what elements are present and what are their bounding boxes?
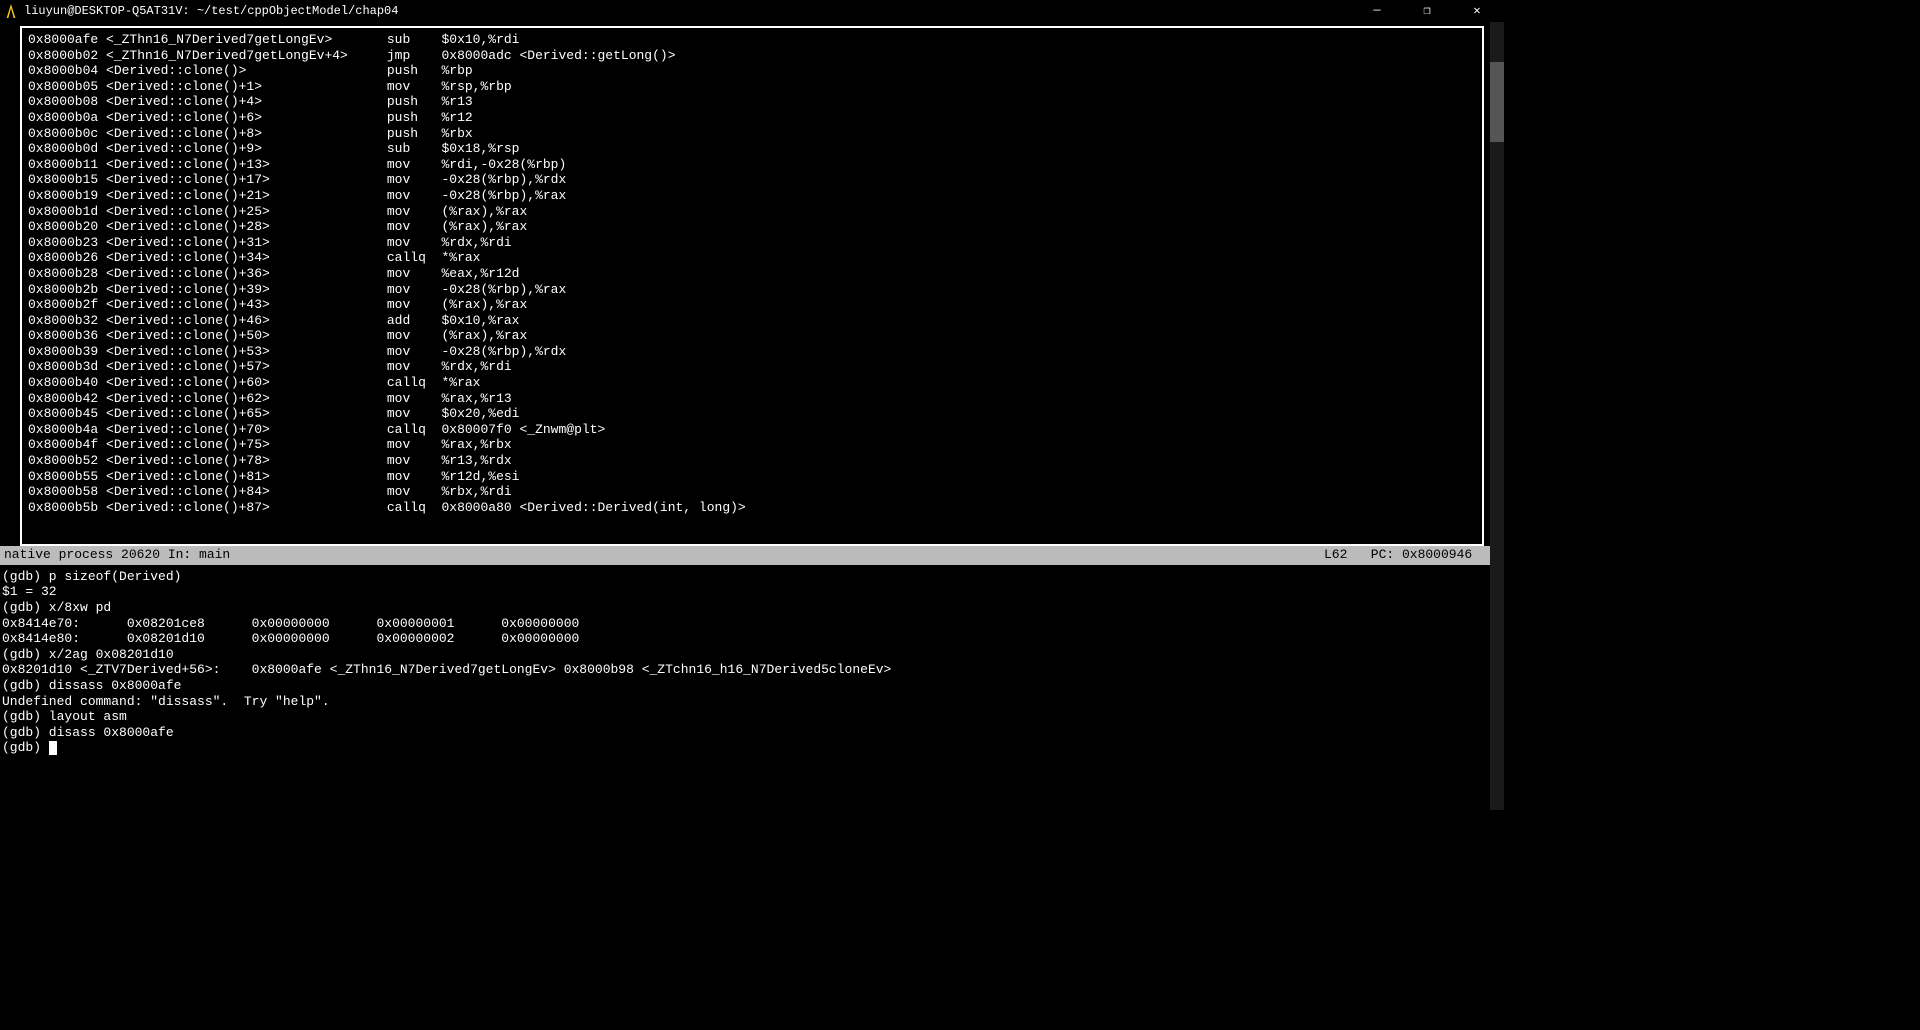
asm-line: 0x8000b1d <Derived::clone()+25> mov (%ra… <box>28 204 1476 220</box>
asm-line: 0x8000b3d <Derived::clone()+57> mov %rdx… <box>28 359 1476 375</box>
status-location: L62 PC: 0x8000946 <box>1324 547 1500 564</box>
asm-line: 0x8000b0c <Derived::clone()+8> push %rbx <box>28 126 1476 142</box>
status-process: native process 20620 In: main <box>4 547 1324 564</box>
asm-line: 0x8000b4f <Derived::clone()+75> mov %rax… <box>28 437 1476 453</box>
asm-line: 0x8000b4a <Derived::clone()+70> callq 0x… <box>28 422 1476 438</box>
gdb-line: (gdb) p sizeof(Derived) <box>2 569 1502 585</box>
window-title: liuyun@DESKTOP-Q5AT31V: ~/test/cppObject… <box>24 4 1362 18</box>
scrollbar-thumb[interactable] <box>1490 62 1504 142</box>
asm-line: 0x8000b20 <Derived::clone()+28> mov (%ra… <box>28 219 1476 235</box>
window-controls: — ❐ ✕ <box>1362 3 1500 18</box>
gdb-line: $1 = 32 <box>2 584 1502 600</box>
asm-line: 0x8000b52 <Derived::clone()+78> mov %r13… <box>28 453 1476 469</box>
asm-line: 0x8000b2f <Derived::clone()+43> mov (%ra… <box>28 297 1476 313</box>
app-icon <box>4 4 18 18</box>
minimize-button[interactable]: — <box>1362 3 1392 18</box>
status-bar: native process 20620 In: main L62 PC: 0x… <box>0 546 1504 565</box>
vertical-scrollbar[interactable] <box>1490 22 1504 810</box>
gdb-line: 0x8414e80: 0x08201d10 0x00000000 0x00000… <box>2 631 1502 647</box>
gdb-line: (gdb) x/2ag 0x08201d10 <box>2 647 1502 663</box>
gdb-prompt[interactable]: (gdb) <box>2 740 1502 756</box>
asm-line: 0x8000b08 <Derived::clone()+4> push %r13 <box>28 94 1476 110</box>
asm-line: 0x8000b2b <Derived::clone()+39> mov -0x2… <box>28 282 1476 298</box>
asm-line: 0x8000b0a <Derived::clone()+6> push %r12 <box>28 110 1476 126</box>
gdb-line: Undefined command: "dissass". Try "help"… <box>2 694 1502 710</box>
window-titlebar: liuyun@DESKTOP-Q5AT31V: ~/test/cppObject… <box>0 0 1504 22</box>
close-button[interactable]: ✕ <box>1462 3 1492 18</box>
asm-line: 0x8000b02 <_ZThn16_N7Derived7getLongEv+4… <box>28 48 1476 64</box>
asm-line: 0x8000b39 <Derived::clone()+53> mov -0x2… <box>28 344 1476 360</box>
asm-line: 0x8000b05 <Derived::clone()+1> mov %rsp,… <box>28 79 1476 95</box>
asm-line: 0x8000afe <_ZThn16_N7Derived7getLongEv> … <box>28 32 1476 48</box>
assembly-pane[interactable]: 0x8000afe <_ZThn16_N7Derived7getLongEv> … <box>20 26 1484 546</box>
cursor <box>49 741 57 755</box>
asm-line: 0x8000b11 <Derived::clone()+13> mov %rdi… <box>28 157 1476 173</box>
asm-line: 0x8000b28 <Derived::clone()+36> mov %eax… <box>28 266 1476 282</box>
asm-line: 0x8000b5b <Derived::clone()+87> callq 0x… <box>28 500 1476 516</box>
gdb-line: (gdb) layout asm <box>2 709 1502 725</box>
asm-line: 0x8000b23 <Derived::clone()+31> mov %rdx… <box>28 235 1476 251</box>
gdb-line: 0x8414e70: 0x08201ce8 0x00000000 0x00000… <box>2 616 1502 632</box>
asm-line: 0x8000b32 <Derived::clone()+46> add $0x1… <box>28 313 1476 329</box>
asm-line: 0x8000b36 <Derived::clone()+50> mov (%ra… <box>28 328 1476 344</box>
asm-line: 0x8000b55 <Derived::clone()+81> mov %r12… <box>28 469 1476 485</box>
asm-line: 0x8000b15 <Derived::clone()+17> mov -0x2… <box>28 172 1476 188</box>
asm-line: 0x8000b45 <Derived::clone()+65> mov $0x2… <box>28 406 1476 422</box>
gdb-console[interactable]: (gdb) p sizeof(Derived) $1 = 32 (gdb) x/… <box>0 565 1504 760</box>
asm-line: 0x8000b19 <Derived::clone()+21> mov -0x2… <box>28 188 1476 204</box>
asm-line: 0x8000b0d <Derived::clone()+9> sub $0x18… <box>28 141 1476 157</box>
asm-line: 0x8000b42 <Derived::clone()+62> mov %rax… <box>28 391 1476 407</box>
gdb-prompt-text: (gdb) <box>2 740 49 755</box>
asm-line: 0x8000b26 <Derived::clone()+34> callq *%… <box>28 250 1476 266</box>
gdb-line: (gdb) dissass 0x8000afe <box>2 678 1502 694</box>
asm-line: 0x8000b04 <Derived::clone()> push %rbp <box>28 63 1476 79</box>
gdb-line: 0x8201d10 <_ZTV7Derived+56>: 0x8000afe <… <box>2 662 1502 678</box>
asm-line: 0x8000b40 <Derived::clone()+60> callq *%… <box>28 375 1476 391</box>
gdb-line: (gdb) x/8xw pd <box>2 600 1502 616</box>
gdb-line: (gdb) disass 0x8000afe <box>2 725 1502 741</box>
maximize-button[interactable]: ❐ <box>1412 3 1442 18</box>
asm-line: 0x8000b58 <Derived::clone()+84> mov %rbx… <box>28 484 1476 500</box>
